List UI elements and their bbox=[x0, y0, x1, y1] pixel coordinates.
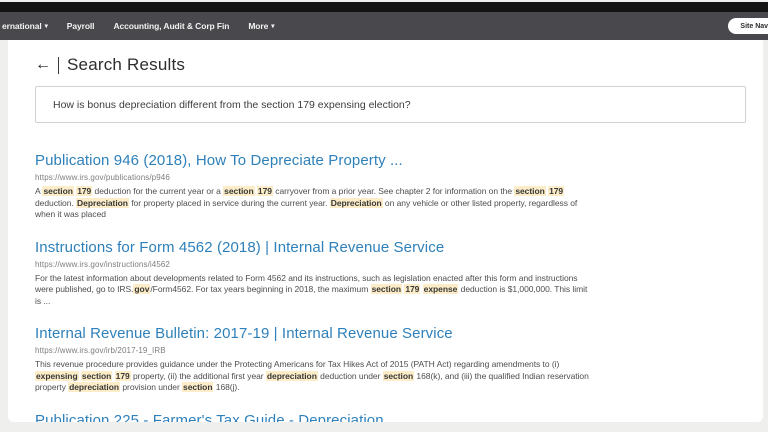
snippet-text: provision under bbox=[120, 382, 182, 392]
search-result: Instructions for Form 4562 (2018) | Inte… bbox=[35, 239, 763, 308]
chevron-down-icon: ▾ bbox=[45, 23, 48, 30]
result-url: https://www.irs.gov/irb/2017-19_IRB bbox=[35, 346, 763, 356]
highlighted-term: 179 bbox=[115, 371, 131, 381]
highlighted-term: expensing bbox=[35, 371, 79, 381]
highlighted-term: Depreciation bbox=[76, 198, 129, 208]
search-result: Publication 946 (2018), How To Depreciat… bbox=[35, 152, 763, 221]
top-nav: ernational▾ Payroll Accounting, Audit & Co… bbox=[0, 12, 768, 40]
highlighted-term: gov bbox=[133, 284, 150, 294]
search-query-box[interactable]: How is bonus depreciation different from… bbox=[35, 86, 746, 123]
search-query-text: How is bonus depreciation different from… bbox=[53, 99, 411, 111]
nav-item-ernational[interactable]: ernational▾ bbox=[2, 21, 48, 31]
page-header: ← Search Results bbox=[35, 54, 763, 76]
chevron-down-icon: ▾ bbox=[271, 23, 274, 30]
snippet-text: 168(j). bbox=[213, 382, 239, 392]
search-result: Internal Revenue Bulletin: 2017-19 | Int… bbox=[35, 325, 763, 394]
highlighted-term: depreciation bbox=[68, 382, 120, 392]
nav-item-payroll[interactable]: Payroll bbox=[67, 21, 95, 31]
highlighted-term: section bbox=[182, 382, 213, 392]
window-top-strip bbox=[0, 2, 768, 12]
search-results-list: Publication 946 (2018), How To Depreciat… bbox=[35, 152, 763, 422]
highlighted-term: 179 bbox=[76, 186, 92, 196]
result-title-link[interactable]: Publication 946 (2018), How To Depreciat… bbox=[35, 152, 403, 169]
result-snippet: For the latest information about develop… bbox=[35, 273, 591, 308]
snippet-text: deduction. bbox=[35, 198, 76, 208]
result-url: https://www.irs.gov/publications/p946 bbox=[35, 173, 763, 183]
highlighted-term: section bbox=[371, 284, 402, 294]
search-result: Publication 225 - Farmer's Tax Guide - D… bbox=[35, 412, 763, 423]
highlighted-term: section bbox=[223, 186, 254, 196]
nav-items: ernational▾ Payroll Accounting, Audit & Co… bbox=[0, 21, 293, 31]
highlighted-term: expense bbox=[423, 284, 459, 294]
highlighted-term: 179 bbox=[404, 284, 420, 294]
highlighted-term: section bbox=[514, 186, 545, 196]
snippet-text: This revenue procedure provides guidance… bbox=[35, 359, 559, 369]
content-area: ← Search Results How is bonus depreciati… bbox=[8, 40, 763, 422]
nav-item-more[interactable]: More▾ bbox=[248, 21, 274, 31]
result-title-link[interactable]: Internal Revenue Bulletin: 2017-19 | Int… bbox=[35, 325, 453, 342]
result-title-link[interactable]: Instructions for Form 4562 (2018) | Inte… bbox=[35, 239, 444, 256]
snippet-text: carryover from a prior year. See chapter… bbox=[273, 186, 514, 196]
snippet-text: deduction for the current year or a bbox=[92, 186, 223, 196]
highlighted-term: 179 bbox=[257, 186, 273, 196]
page-title: Search Results bbox=[67, 55, 185, 75]
result-snippet: This revenue procedure provides guidance… bbox=[35, 359, 591, 394]
highlighted-term: Depreciation bbox=[330, 198, 383, 208]
snippet-text: /Form4562. For tax years beginning in 20… bbox=[150, 284, 370, 294]
result-title-link[interactable]: Publication 225 - Farmer's Tax Guide - D… bbox=[35, 412, 401, 423]
nav-item-accounting-audit-corp-fin[interactable]: Accounting, Audit & Corp Fin bbox=[113, 21, 229, 31]
highlighted-term: 179 bbox=[548, 186, 564, 196]
highlighted-term: section bbox=[81, 371, 112, 381]
snippet-text: deduction under bbox=[318, 371, 383, 381]
back-arrow-icon[interactable]: ← bbox=[35, 57, 51, 73]
header-divider bbox=[58, 57, 59, 74]
result-snippet: A section 179 deduction for the current … bbox=[35, 186, 591, 221]
site-navigation-button[interactable]: Site Navi bbox=[728, 18, 768, 34]
highlighted-term: depreciation bbox=[266, 371, 318, 381]
snippet-text: property, (ii) the additional first year bbox=[131, 371, 266, 381]
highlighted-term: section bbox=[383, 371, 414, 381]
result-url: https://www.irs.gov/instructions/i4562 bbox=[35, 260, 763, 270]
highlighted-term: section bbox=[42, 186, 73, 196]
snippet-text: for property placed in service during th… bbox=[129, 198, 330, 208]
